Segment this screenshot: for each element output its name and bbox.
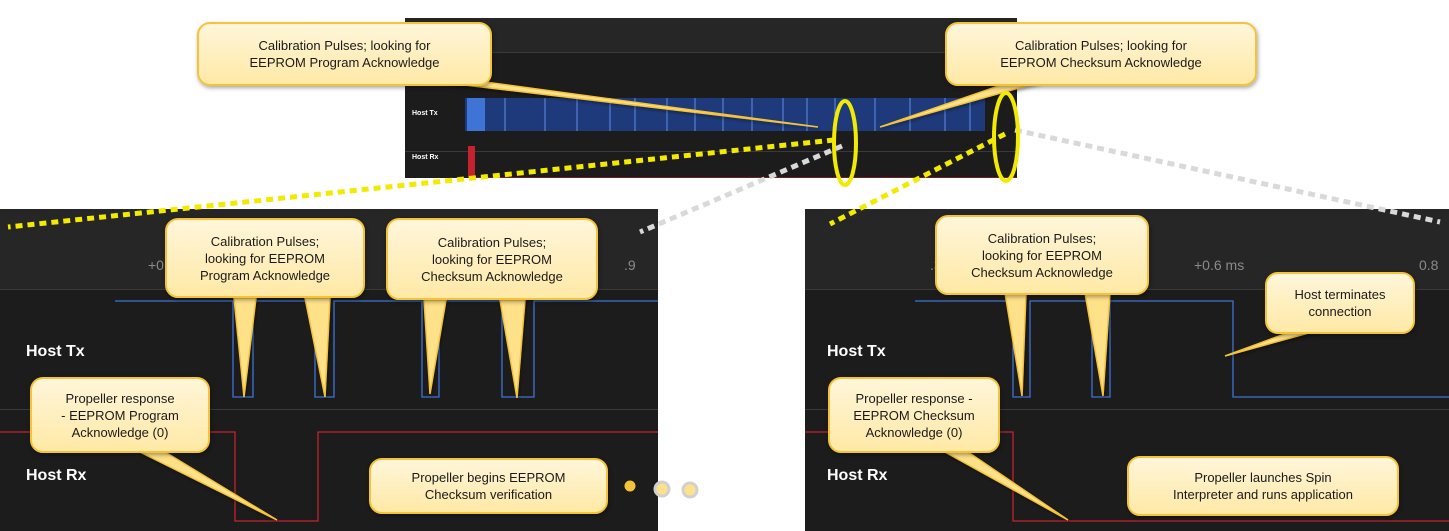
dot — [681, 481, 699, 499]
overview-waveform — [465, 98, 1017, 178]
overview-panel: Host Tx Host Rx — [405, 18, 1017, 178]
callout-top-program: Calibration Pulses; looking for EEPROM P… — [197, 22, 492, 86]
callout-left-propeller-response: Propeller response - EEPROM Program Ackn… — [30, 377, 210, 453]
callout-left-begins-checksum: Propeller begins EEPROM Checksum verific… — [369, 458, 608, 514]
host-rx-start — [468, 146, 475, 178]
callout-right-host-terminates: Host terminates connection — [1265, 272, 1415, 334]
callout-right-propeller-response: Propeller response - EEPROM Checksum Ack… — [828, 377, 1000, 453]
host-tx-burst — [465, 98, 985, 131]
callout-left-cal-program: Calibration Pulses; looking for EEPROM P… — [165, 218, 365, 298]
callout-right-cal-checksum: Calibration Pulses; looking for EEPROM C… — [935, 215, 1149, 295]
callout-left-cal-checksum: Calibration Pulses; looking for EEPROM C… — [386, 218, 598, 300]
host-tx-start — [467, 98, 485, 131]
callout-right-launches-spin: Propeller launches Spin Interpreter and … — [1127, 456, 1399, 516]
callout-top-checksum: Calibration Pulses; looking for EEPROM C… — [945, 22, 1257, 86]
